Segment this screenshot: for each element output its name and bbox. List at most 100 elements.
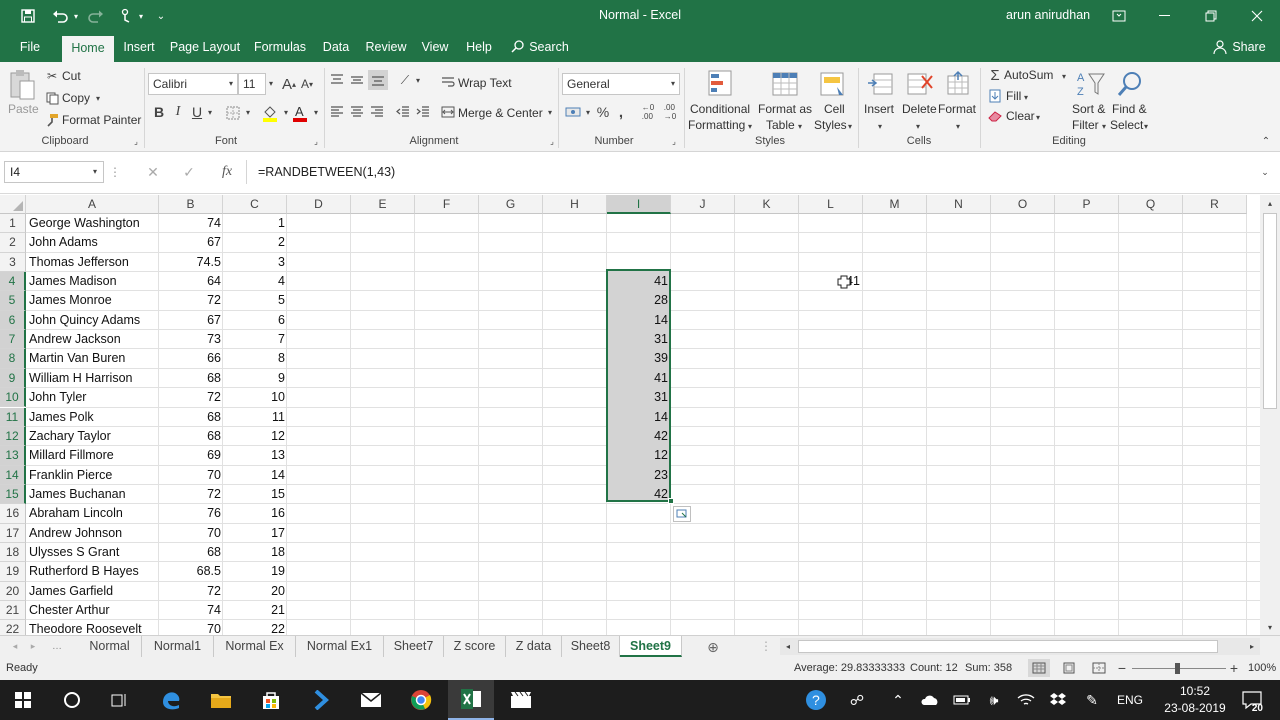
- row-header[interactable]: 12: [0, 426, 26, 447]
- clipboard-launcher-icon[interactable]: ⌟: [132, 136, 140, 146]
- zoom-level[interactable]: 100%: [1248, 662, 1276, 674]
- cell-a[interactable]: Andrew Johnson: [29, 524, 157, 543]
- cell-b[interactable]: 70: [159, 524, 221, 543]
- video-editor-icon[interactable]: [498, 680, 544, 720]
- orientation-icon[interactable]: ⟋: [396, 72, 414, 88]
- conditional-formatting-icon[interactable]: [706, 68, 736, 100]
- decrease-decimal-icon[interactable]: .00 →0: [660, 102, 680, 122]
- cell-a[interactable]: Thomas Jefferson: [29, 253, 157, 272]
- font-name-dropdown-icon[interactable]: ▾: [226, 76, 236, 90]
- cell-b[interactable]: 66: [159, 349, 221, 368]
- accounting-format-icon[interactable]: [564, 104, 584, 120]
- name-box[interactable]: I4: [4, 161, 104, 183]
- sort-filter-icon[interactable]: AZ: [1074, 68, 1106, 100]
- cell-b[interactable]: 72: [159, 388, 221, 407]
- row-header[interactable]: 2: [0, 233, 26, 253]
- sheet-tab-normal-ex1[interactable]: Normal Ex1: [296, 636, 384, 657]
- tab-file[interactable]: File: [10, 32, 50, 62]
- cell-b[interactable]: 64: [159, 272, 221, 291]
- cancel-entry-icon[interactable]: ✕: [144, 164, 162, 180]
- cell-a[interactable]: Martin Van Buren: [29, 349, 157, 368]
- align-center-icon[interactable]: [348, 104, 366, 120]
- close-button[interactable]: [1234, 0, 1280, 32]
- clock-date[interactable]: 23-08-2019: [1156, 701, 1234, 715]
- cell-i[interactable]: 14: [607, 311, 668, 330]
- vertical-scroll-thumb[interactable]: [1263, 213, 1277, 409]
- cell-c[interactable]: 11: [223, 408, 285, 427]
- share-button[interactable]: Share: [1230, 32, 1268, 62]
- sheet-tab-normal1[interactable]: Normal1: [142, 636, 214, 657]
- cell-c[interactable]: 5: [223, 291, 285, 310]
- sort-filter-label-1[interactable]: Sort &: [1072, 102, 1105, 116]
- cell-b[interactable]: 67: [159, 233, 221, 252]
- show-hidden-icons-icon[interactable]: ⌃: [884, 680, 912, 720]
- row-header[interactable]: 10: [0, 388, 26, 408]
- cell-c[interactable]: 20: [223, 582, 285, 601]
- cell-a[interactable]: Millard Fillmore: [29, 446, 157, 465]
- find-select-label-1[interactable]: Find &: [1112, 102, 1147, 116]
- insert-function-icon[interactable]: fx: [216, 163, 238, 181]
- alignment-launcher-icon[interactable]: ⌟: [548, 136, 556, 146]
- cell-i[interactable]: 12: [607, 446, 668, 465]
- tab-insert[interactable]: Insert: [118, 32, 160, 62]
- cell-c[interactable]: 1: [223, 214, 285, 233]
- cell-c[interactable]: 19: [223, 562, 285, 581]
- align-left-icon[interactable]: [328, 104, 346, 120]
- row-header[interactable]: 11: [0, 407, 26, 427]
- minimize-button[interactable]: [1142, 0, 1188, 32]
- cell-c[interactable]: 13: [223, 446, 285, 465]
- cell-c[interactable]: 9: [223, 369, 285, 388]
- cell-c[interactable]: 15: [223, 485, 285, 504]
- cell-a[interactable]: James Madison: [29, 272, 157, 291]
- cell-a[interactable]: Franklin Pierce: [29, 466, 157, 485]
- top-align-icon[interactable]: [328, 72, 346, 88]
- column-header-k[interactable]: K: [735, 195, 799, 214]
- fill-button[interactable]: Fill: [1006, 89, 1021, 103]
- cell-styles-icon[interactable]: [818, 68, 848, 100]
- cell-b[interactable]: 68: [159, 427, 221, 446]
- wifi-icon[interactable]: [1012, 680, 1040, 720]
- copy-dropdown-icon[interactable]: ▾: [94, 92, 102, 104]
- cut-button[interactable]: Cut: [62, 69, 81, 83]
- clear-icon[interactable]: [988, 108, 1002, 124]
- user-name[interactable]: arun anirudhan: [1006, 8, 1090, 22]
- decrease-font-size-icon[interactable]: A ▾: [300, 74, 314, 94]
- clear-dropdown-icon[interactable]: ▾: [1034, 111, 1042, 123]
- cell-a[interactable]: Rutherford B Hayes: [29, 562, 157, 581]
- cell-b[interactable]: 68: [159, 543, 221, 562]
- page-break-view-icon[interactable]: [1088, 659, 1110, 677]
- tab-splitter-icon[interactable]: ⋮: [760, 639, 772, 653]
- cortana-icon[interactable]: [50, 680, 94, 720]
- cell-i[interactable]: 14: [607, 408, 668, 427]
- cell-b[interactable]: 72: [159, 485, 221, 504]
- cell-styles-label-1[interactable]: Cell: [824, 102, 845, 116]
- column-header-r[interactable]: R: [1183, 195, 1247, 214]
- cell-c[interactable]: 17: [223, 524, 285, 543]
- tab-page-layout[interactable]: Page Layout: [168, 32, 242, 62]
- cell-a[interactable]: John Tyler: [29, 388, 157, 407]
- people-tray-icon[interactable]: ☍: [842, 680, 872, 720]
- paste-button[interactable]: Paste: [8, 102, 39, 116]
- quick-analysis-icon[interactable]: [673, 506, 691, 522]
- fill-dropdown-icon[interactable]: ▾: [1022, 91, 1030, 103]
- bold-button[interactable]: B: [152, 102, 166, 122]
- horizontal-scrollbar[interactable]: ◂ ▸: [780, 638, 1260, 655]
- cell-styles-dropdown-icon[interactable]: ▾: [846, 120, 854, 132]
- cell-b[interactable]: 70: [159, 466, 221, 485]
- scroll-left-icon[interactable]: ◂: [782, 640, 794, 652]
- clock-time[interactable]: 10:52: [1160, 684, 1230, 698]
- column-header-a[interactable]: A: [26, 195, 159, 214]
- row-header[interactable]: 8: [0, 349, 26, 369]
- sort-filter-label-2[interactable]: Filter: [1072, 118, 1099, 132]
- orientation-dropdown-icon[interactable]: ▾: [414, 74, 422, 86]
- delete-cells-icon[interactable]: [904, 68, 936, 100]
- cell-c[interactable]: 14: [223, 466, 285, 485]
- new-sheet-icon[interactable]: ⊕: [704, 638, 722, 656]
- tab-help[interactable]: Help: [460, 32, 498, 62]
- cell-c[interactable]: 18: [223, 543, 285, 562]
- decrease-indent-icon[interactable]: [394, 104, 412, 120]
- format-dropdown-icon[interactable]: ▾: [954, 120, 962, 132]
- cell-b[interactable]: 74: [159, 214, 221, 233]
- volume-icon[interactable]: 🕪: [980, 680, 1008, 720]
- fill-handle[interactable]: [668, 498, 674, 504]
